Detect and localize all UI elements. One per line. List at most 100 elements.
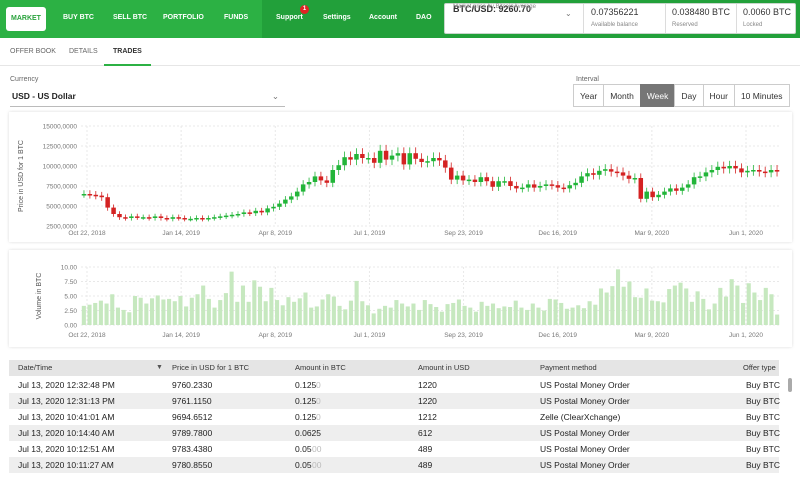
volume-bar: [280, 305, 285, 325]
x-tick-label: Sep 23, 2019: [444, 332, 483, 339]
currency-select[interactable]: USD - US Dollar ⌄: [10, 85, 285, 107]
candle-body: [306, 182, 312, 185]
header-amount-btc[interactable]: Amount in BTC: [295, 360, 346, 376]
candle-body: [662, 191, 667, 195]
interval-day[interactable]: Day: [674, 84, 704, 107]
tab-offer-book[interactable]: OFFER BOOK: [10, 38, 56, 66]
candle-body: [318, 176, 324, 181]
volume-bar: [206, 298, 211, 325]
nav-account[interactable]: Account: [369, 0, 397, 38]
candle-body: [401, 153, 407, 165]
candle-body: [277, 203, 282, 207]
volume-bar: [525, 309, 530, 325]
volume-bar: [309, 307, 314, 325]
chevron-down-icon[interactable]: ⌄: [565, 9, 572, 18]
candle-body: [431, 158, 436, 162]
candle-body: [194, 218, 199, 220]
volume-bar: [292, 301, 297, 325]
support-notification-badge: 1: [300, 5, 309, 14]
candle-body: [632, 178, 638, 180]
x-tick-label: Jun 1, 2020: [729, 332, 763, 339]
table-row[interactable]: Jul 13, 2020 10:11:27 AM 9780.8550 0.05 00 4…: [9, 457, 780, 473]
volume-bar: [110, 294, 115, 325]
candle-body: [614, 171, 620, 174]
cell-usd: 1220: [418, 396, 437, 406]
nav-portfolio[interactable]: PORTFOLIO: [163, 0, 204, 38]
x-tick-label: Mar 9, 2020: [635, 230, 670, 237]
market-price-selector[interactable]: BTC/USD: 9260.70 Market price by Bitcoin…: [445, 4, 583, 33]
table-scrollbar[interactable]: [788, 378, 792, 392]
candle-body: [437, 158, 442, 161]
nav-buy-btc[interactable]: BUY BTC: [63, 0, 94, 38]
volume-bar: [275, 300, 280, 325]
candle-body: [585, 173, 590, 177]
interval-year[interactable]: Year: [573, 84, 605, 107]
volume-bar: [513, 300, 518, 325]
table-row[interactable]: Jul 13, 2020 12:32:48 PM 9760.2330 0.125 0 1…: [9, 377, 781, 393]
candle-body: [525, 184, 531, 188]
volume-bar: [775, 314, 780, 325]
table-row[interactable]: Jul 13, 2020 10:12:51 AM 9783.4380 0.05 00 4…: [9, 441, 780, 457]
candle-body: [265, 208, 270, 213]
interval-10-minutes[interactable]: 10 Minutes: [733, 84, 790, 107]
candle-body: [176, 217, 181, 219]
volume-bar: [331, 296, 336, 325]
candle-body: [164, 218, 170, 220]
header-date-time[interactable]: Date/Time: [18, 360, 52, 376]
volume-bar: [348, 300, 353, 325]
interval-month[interactable]: Month: [603, 84, 641, 107]
tab-trades[interactable]: TRADES: [104, 38, 151, 66]
nav-settings[interactable]: Settings: [323, 0, 351, 38]
header-payment-method[interactable]: Payment method: [540, 360, 597, 376]
candle-body: [99, 195, 104, 198]
nav-funds[interactable]: FUNDS: [224, 0, 248, 38]
interval-week[interactable]: Week: [639, 84, 676, 107]
volume-bar: [667, 289, 672, 325]
cell-usd: 612: [418, 428, 433, 438]
candle-body: [555, 185, 561, 188]
nav-market[interactable]: MARKET: [6, 7, 46, 31]
candle-body: [715, 166, 721, 170]
volume-bar: [167, 298, 172, 325]
sort-desc-icon[interactable]: ▼: [156, 360, 163, 376]
candle-body: [289, 196, 294, 200]
volume-bar: [752, 292, 757, 325]
cell-price: 9694.6512: [172, 412, 213, 422]
volume-bar: [576, 305, 581, 325]
candle-body: [360, 154, 365, 158]
nav-dao[interactable]: DAO: [416, 0, 432, 38]
volume-bar: [172, 301, 177, 325]
nav-sell-btc[interactable]: SELL BTC: [113, 0, 147, 38]
cell-type: Buy BTC: [746, 380, 781, 390]
table-row[interactable]: Jul 13, 2020 10:41:01 AM 9694.6512 0.125 0 1…: [9, 409, 780, 425]
tab-details[interactable]: DETAILS: [69, 38, 98, 66]
volume-bar: [468, 307, 473, 325]
cell-amount-padding: 0: [316, 396, 321, 406]
header-amount-usd[interactable]: Amount in USD: [418, 360, 470, 376]
volume-bar: [223, 293, 228, 325]
candle-body: [490, 181, 495, 187]
candle-body: [656, 194, 661, 198]
cell-amount-padding: 0: [316, 380, 321, 390]
nav-support[interactable]: Support: [276, 0, 303, 38]
table-row[interactable]: Jul 13, 2020 10:14:40 AM 9789.7800 0.0625 6…: [9, 425, 780, 441]
table-row[interactable]: Jul 13, 2020 12:31:13 PM 9761.1150 0.125 0 1…: [9, 393, 780, 409]
cell-amount: 0.05: [295, 444, 312, 454]
volume-bar: [138, 297, 143, 325]
header-offer-type[interactable]: Offer type: [743, 360, 776, 376]
chevron-down-icon[interactable]: ⌄: [272, 85, 279, 107]
interval-hour[interactable]: Hour: [702, 84, 735, 107]
volume-bar: [689, 301, 694, 325]
cell-usd: 1212: [418, 412, 437, 422]
y-tick-label: 5000,0000: [46, 204, 77, 211]
header-price[interactable]: Price in USD for 1 BTC: [172, 360, 249, 376]
volume-bar: [343, 309, 348, 325]
volume-bar: [360, 301, 365, 325]
volume-bar: [559, 302, 564, 325]
candle-body: [484, 177, 490, 182]
candle-body: [597, 170, 602, 175]
cell-amount: 0.05: [295, 460, 312, 470]
volume-bar: [269, 287, 274, 325]
volume-bar: [320, 299, 325, 325]
candle-body: [514, 186, 519, 189]
